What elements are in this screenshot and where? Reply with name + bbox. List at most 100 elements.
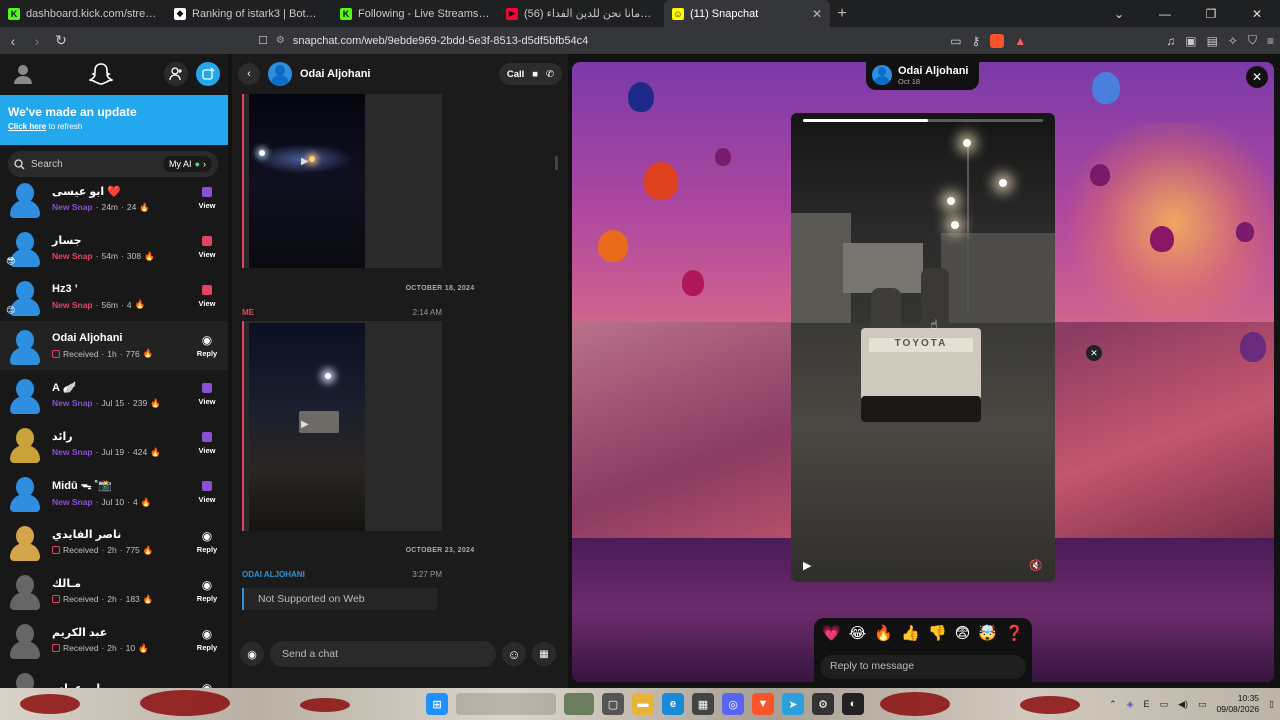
new-tab-button[interactable]: + [830, 5, 854, 23]
reaction-button[interactable]: 👍 [901, 624, 920, 642]
vpn-icon[interactable]: ⛉ [1248, 33, 1257, 48]
snap-video[interactable]: TOYOTA ▶ 🔇 ☝ [791, 113, 1055, 582]
site-info-icon[interactable]: ⚙ [276, 35, 285, 46]
discord-icon[interactable]: ◎ [722, 693, 744, 715]
my-ai-button[interactable]: My AI ● › [163, 156, 212, 172]
camera-button[interactable]: ◉ [240, 642, 264, 666]
call-button[interactable]: Call ■ ✆ [498, 63, 562, 85]
friend-row[interactable]: Odai Aljohani Received · 1h · 776 🔥 ◉ Reply [0, 321, 228, 370]
reaction-button[interactable]: 🔥 [874, 624, 893, 642]
play-icon[interactable]: ▶ [301, 156, 309, 167]
network-icon[interactable]: ▭ [1160, 699, 1169, 710]
friend-action-button[interactable]: View [192, 236, 222, 259]
tab-search-icon[interactable]: ⌄ [1096, 7, 1142, 21]
friend-action-button[interactable]: View [192, 285, 222, 308]
reload-icon[interactable]: ↻ [50, 32, 72, 49]
play-icon[interactable]: ▶ [301, 419, 309, 430]
chat-input[interactable]: Send a chat [270, 641, 496, 667]
start-button[interactable]: ⊞ [426, 693, 448, 715]
phone-icon[interactable]: ✆ [546, 69, 554, 80]
edge-icon[interactable]: e [662, 693, 684, 715]
sidebar-icon[interactable]: ▣ [1185, 34, 1196, 48]
new-chat-button[interactable] [196, 62, 220, 86]
obs-icon[interactable]: ◐ [842, 693, 864, 715]
friend-row[interactable]: 😎 جسار New Snap · 54m · 308 🔥 View [0, 223, 228, 272]
friend-row[interactable]: ناصر الفايدي Received · 2h · 775 🔥 ◉ Reply [0, 517, 228, 566]
friend-row[interactable]: مـالك Received · 2h · 183 🔥 ◉ Reply [0, 566, 228, 615]
refresh-link[interactable]: Click here [8, 122, 46, 131]
file-explorer-icon[interactable]: ▬ [632, 693, 654, 715]
reaction-button[interactable]: 💗 [822, 624, 841, 642]
reaction-button[interactable]: 😂 [849, 624, 867, 642]
gallery-button[interactable]: ▦ [532, 642, 556, 666]
language-indicator[interactable]: E [1144, 699, 1150, 709]
tray-app-icon[interactable]: ◈ [1127, 699, 1134, 710]
friend-row[interactable]: A 🪽 New Snap · Jul 15 · 239 🔥 View [0, 370, 228, 419]
browser-tab[interactable]: ◆ Ranking of istark3 | BotRix — Cloud [166, 0, 332, 27]
close-window-button[interactable]: ✕ [1234, 7, 1280, 21]
reaction-button[interactable]: ❓ [1005, 624, 1024, 642]
play-button[interactable]: ▶ [803, 559, 811, 572]
add-friend-button[interactable] [164, 62, 188, 86]
scrollbar[interactable] [555, 156, 558, 170]
back-icon[interactable]: ‹ [2, 33, 24, 49]
friend-action-button[interactable]: View [192, 383, 222, 406]
video-call-icon[interactable]: ■ [532, 69, 538, 80]
battery-icon[interactable]: ▭ [1198, 699, 1207, 710]
friend-action-button[interactable]: ◉ Reply [192, 627, 222, 652]
mute-button[interactable]: 🔇 [1029, 559, 1043, 572]
reaction-button[interactable]: 😨 [955, 624, 971, 642]
tray-chevron-icon[interactable]: ⌃ [1109, 699, 1117, 710]
browser-tab[interactable]: K Following - Live Streams on Kick [332, 0, 498, 27]
url-field[interactable]: ☐ ⚙ snapchat.com/web/9ebde969-2bdd-5e3f-… [258, 30, 998, 51]
volume-icon[interactable]: ◀) [1178, 699, 1188, 710]
friend-row[interactable]: 😊 Hz3 ’ New Snap · 56m · 4 🔥 View [0, 272, 228, 321]
menu-icon[interactable]: ≡ [1267, 34, 1274, 48]
ai-icon[interactable]: ✧ [1228, 34, 1238, 48]
search-taskbar-icon[interactable] [456, 693, 556, 715]
friend-action-button[interactable]: View [192, 481, 222, 504]
browser-tab[interactable]: ☺ (11) Snapchat ✕ [664, 0, 830, 27]
back-button[interactable]: ‹ [238, 63, 260, 85]
telegram-icon[interactable]: ➤ [782, 693, 804, 715]
brave-shield-icon[interactable] [990, 33, 1005, 48]
sticker-button[interactable]: ☺ [502, 642, 526, 666]
snap-thumbnail[interactable]: ▶ [242, 94, 442, 268]
widgets-icon[interactable] [564, 693, 594, 715]
snap-thumbnail[interactable]: ▶ [242, 321, 442, 531]
settings-icon[interactable]: ⚙ [812, 693, 834, 715]
friend-action-button[interactable]: View [192, 187, 222, 210]
reply-input[interactable]: Reply to message [820, 655, 1026, 679]
friend-action-button[interactable]: ◉ [192, 681, 222, 689]
friend-action-button[interactable]: View [192, 432, 222, 455]
task-view-icon[interactable]: ▢ [602, 693, 624, 715]
friend-action-button[interactable]: ◉ Reply [192, 529, 222, 554]
snapchat-ghost-icon[interactable] [86, 59, 116, 89]
friend-row[interactable]: رائد New Snap · Jul 19 · 424 🔥 View [0, 419, 228, 468]
browser-tab[interactable]: K dashboard.kick.com/stream [0, 0, 166, 27]
friend-action-button[interactable]: ◉ Reply [192, 333, 222, 358]
bookmark-icon[interactable]: ☐ [258, 34, 268, 47]
reaction-button[interactable]: 👎 [928, 624, 947, 642]
friend-row[interactable]: ابو عواده ◉ [0, 664, 228, 688]
minimize-button[interactable]: — [1142, 7, 1188, 21]
rewards-icon[interactable]: ▲ [1014, 34, 1026, 48]
maximize-button[interactable]: ❐ [1188, 7, 1234, 21]
brave-icon[interactable]: ▼ [752, 693, 774, 715]
music-icon[interactable]: ♫ [1166, 34, 1175, 48]
wallet-icon[interactable]: ▤ [1207, 34, 1218, 48]
friend-row[interactable]: عبد الكريم Received · 2h · 10 🔥 ◉ Reply [0, 615, 228, 664]
key-icon[interactable]: ⚷ [972, 34, 981, 48]
forward-icon[interactable]: › [26, 33, 48, 49]
close-tab-icon[interactable]: ✕ [812, 7, 822, 21]
clock[interactable]: 10:35 09/08/2026 [1217, 693, 1260, 715]
friend-action-button[interactable]: ◉ Reply [192, 578, 222, 603]
snap-sender-pill[interactable]: Odai Aljohani Oct 18 [866, 62, 979, 90]
profile-avatar-icon[interactable] [8, 59, 38, 89]
store-icon[interactable]: ▦ [692, 693, 714, 715]
dismiss-video-button[interactable]: ✕ [1086, 345, 1102, 361]
browser-tab[interactable]: ▶ الشوقة خذ دمانا نحن للدين الفداء (56) [498, 0, 664, 27]
friend-row[interactable]: ابو عيسى ❤️ New Snap · 24m · 24 🔥 View [0, 174, 228, 223]
close-viewer-button[interactable]: ✕ [1246, 66, 1268, 88]
friend-row[interactable]: Midū ᯓ ˚📸 New Snap · Jul 10 · 4 🔥 View [0, 468, 228, 517]
